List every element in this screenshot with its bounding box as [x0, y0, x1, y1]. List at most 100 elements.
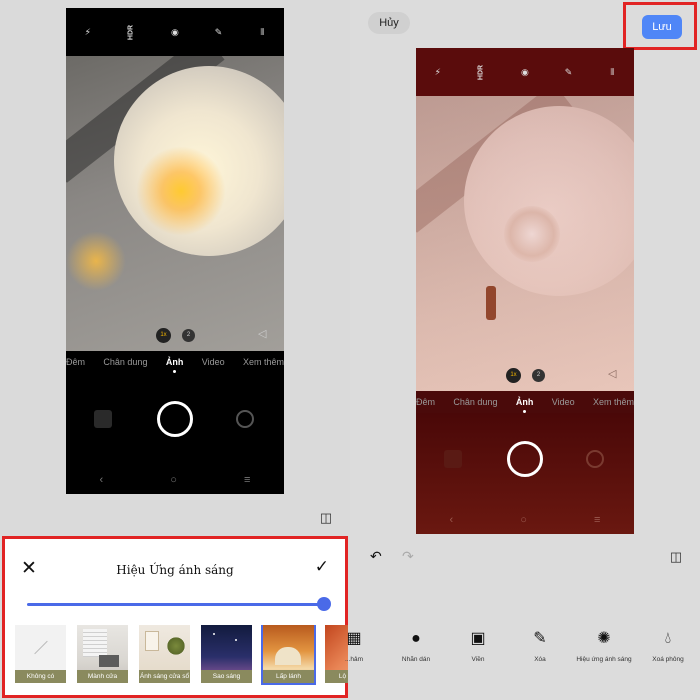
camera-screenshot-right: ⚡︎ HDR ◉ ✎ ⦀ 1x 2 ◁ Đêm Chân dung Ảnh Vi…: [416, 48, 634, 534]
speaker-icon: ◁: [258, 328, 267, 340]
speaker-icon: ◁: [608, 368, 617, 380]
flash-off-icon: ⚡︎: [434, 66, 441, 77]
intensity-slider-knob[interactable]: [317, 597, 331, 611]
switch-camera-icon[interactable]: [586, 450, 604, 468]
tool-label: Nhãn dán: [401, 656, 431, 663]
tool-blur[interactable]: 💧︎ Xoá phông: [636, 628, 700, 663]
mode-night[interactable]: Đêm: [66, 357, 85, 367]
tool-label: Hiệu ứng ánh sáng: [576, 656, 632, 663]
mode-portrait[interactable]: Chân dung: [453, 397, 497, 407]
zoom-2x-chip[interactable]: 2: [532, 369, 545, 382]
mode-photo[interactable]: Ảnh: [516, 397, 533, 413]
gallery-thumbnail[interactable]: [94, 410, 112, 428]
ai-icon: ✎: [564, 66, 573, 77]
tool-label: Viền: [471, 656, 485, 663]
nav-recents-icon[interactable]: ≡: [244, 474, 250, 486]
preset-label: Không có: [15, 670, 66, 683]
preset-label: Ánh sáng cửa sổ: [139, 670, 190, 683]
window-frame: [145, 631, 159, 651]
light-effect-sheet: ✕ Hiệu Ứng ánh sáng ✓ Không có Mành cửa …: [2, 536, 348, 698]
preset-sparkle[interactable]: Lấp lánh: [261, 625, 316, 685]
preset-star-dot: [213, 633, 215, 635]
save-highlight-frame: Lưu: [623, 2, 697, 50]
tool-label: ...hảm: [344, 656, 364, 663]
menu-icon: ⦀: [260, 26, 265, 37]
zoom-2x-chip[interactable]: 2: [182, 329, 195, 342]
switch-camera-icon[interactable]: [236, 410, 254, 428]
editor-toolbar: ▦ ...hảm ● Nhãn dán ▣ Viền ✎ Xóa ✺ Hiệu …: [345, 628, 700, 678]
camera-screenshot-left: ⚡︎ HDR ◉ ✎ ⦀ 1x 2 ◁ Đêm Chân dung Ảnh Vi…: [66, 8, 284, 494]
confirm-check-icon[interactable]: ✓: [315, 557, 329, 577]
tool-sticker[interactable]: ● Nhãn dán: [384, 628, 448, 663]
mode-video[interactable]: Video: [202, 357, 225, 367]
cancel-button[interactable]: Hủy: [368, 12, 410, 34]
red-tint-overlay: [416, 96, 634, 391]
blinds-window: [83, 629, 107, 657]
mode-more[interactable]: Xem thêm: [243, 357, 284, 367]
blur-drop-icon: 💧︎: [664, 630, 672, 647]
tool-label: Xoá phông: [652, 656, 684, 663]
tool-label: Xóa: [534, 656, 546, 663]
none-slash-icon: [34, 640, 48, 655]
camera-mode-bar: Đêm Chân dung Ảnh Video Xem thêm: [416, 391, 634, 413]
mode-icon: ◉: [521, 66, 529, 77]
preset-star-glow[interactable]: Sao sáng: [201, 625, 252, 683]
preset-star-dot: [235, 639, 237, 641]
zoom-1x-chip[interactable]: 1x: [506, 368, 521, 383]
zoom-1x-chip[interactable]: 1x: [156, 328, 171, 343]
compare-icon[interactable]: ◫: [316, 510, 336, 528]
camera-topbar: ⚡︎ HDR ◉ ✎ ⦀: [416, 48, 634, 96]
hdr-icon: HDR: [127, 24, 135, 40]
android-nav-bar: ‹ ○ ≡: [66, 474, 284, 486]
right-editor-panel: Hủy Lưu ⚡︎ HDR ◉ ✎ ⦀ 1x 2 ◁ Đêm Chân dun…: [345, 0, 700, 700]
left-editor-panel: ⚡︎ HDR ◉ ✎ ⦀ 1x 2 ◁ Đêm Chân dung Ảnh Vi…: [0, 0, 350, 700]
ai-icon: ✎: [214, 26, 223, 37]
hdr-icon: HDR: [477, 64, 485, 80]
nav-home-icon[interactable]: ○: [520, 514, 527, 526]
preset-label: Sao sáng: [201, 670, 252, 683]
mode-night[interactable]: Đêm: [416, 397, 435, 407]
tool-mosaic[interactable]: ▦ ...hảm: [322, 628, 386, 663]
mode-photo[interactable]: Ảnh: [166, 357, 183, 373]
frame-icon: ▣: [470, 630, 486, 647]
menu-icon: ⦀: [610, 66, 615, 77]
flash-off-icon: ⚡︎: [84, 26, 91, 37]
light-flare-small: [66, 231, 126, 291]
preset-none[interactable]: Không có: [15, 625, 66, 683]
compare-icon[interactable]: ◫: [666, 549, 686, 567]
tool-frame[interactable]: ▣ Viền: [446, 628, 510, 663]
mode-icon: ◉: [171, 26, 179, 37]
redo-icon[interactable]: ↷: [402, 548, 414, 565]
intensity-slider-track[interactable]: [27, 603, 327, 606]
light-effect-icon: ✺: [597, 630, 611, 647]
preset-label: Lấp lánh: [263, 670, 314, 683]
tool-light-effect[interactable]: ✺ Hiệu ứng ánh sáng: [572, 628, 636, 663]
android-nav-bar: ‹ ○ ≡: [416, 514, 634, 526]
preset-label: Mành cửa: [77, 670, 128, 683]
preset-blinds[interactable]: Mành cửa: [77, 625, 128, 683]
preset-window-light[interactable]: Ánh sáng cửa sổ: [139, 625, 190, 683]
temple-shape: [275, 647, 301, 665]
viewfinder: 1x 2 ◁: [66, 56, 284, 351]
nav-recents-icon[interactable]: ≡: [594, 514, 600, 526]
light-flare: [136, 146, 226, 236]
nav-home-icon[interactable]: ○: [170, 474, 177, 486]
mosaic-icon: ▦: [346, 630, 362, 647]
shutter-button[interactable]: [507, 441, 543, 477]
nav-back-icon[interactable]: ‹: [100, 474, 104, 486]
blinds-furniture: [99, 655, 119, 667]
undo-icon[interactable]: ↶: [370, 548, 382, 565]
tool-eraser[interactable]: ✎ Xóa: [508, 628, 572, 663]
sticker-icon: ●: [411, 630, 421, 647]
effect-presets: Không có Mành cửa Ánh sáng cửa sổ Sao sá…: [15, 625, 348, 689]
preset-label: Lộ sáng: [325, 670, 348, 683]
shutter-button[interactable]: [157, 401, 193, 437]
save-button[interactable]: Lưu: [642, 15, 682, 39]
nav-back-icon[interactable]: ‹: [450, 514, 454, 526]
plant-shape: [167, 635, 185, 657]
gallery-thumbnail[interactable]: [444, 450, 462, 468]
camera-mode-bar: Đêm Chân dung Ảnh Video Xem thêm: [66, 351, 284, 373]
mode-portrait[interactable]: Chân dung: [103, 357, 147, 367]
mode-more[interactable]: Xem thêm: [593, 397, 634, 407]
mode-video[interactable]: Video: [552, 397, 575, 407]
